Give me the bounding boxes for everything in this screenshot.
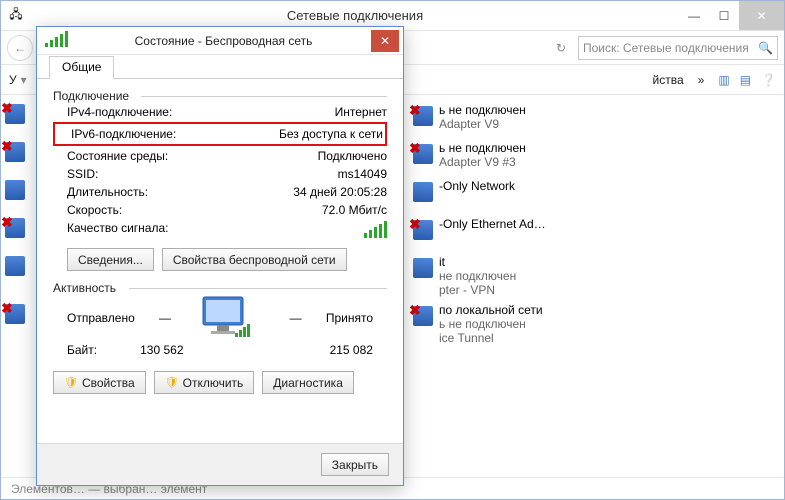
adapter-icon: ✖ [5,304,25,324]
disabled-x-icon: ✖ [409,140,421,157]
details-button[interactable]: Сведения... [67,248,154,271]
close-dialog-button[interactable]: Закрыть [321,453,389,476]
adapter-icon [413,182,433,202]
disabled-x-icon: ✖ [409,302,421,319]
adapter-icon: ✖ [413,220,433,240]
adapter-icon [5,180,25,200]
window-icon: 🖧 [1,5,31,26]
bytes-sent: 130 562 [140,343,183,357]
group-connection-label: Подключение [53,89,387,103]
row-ipv6-highlighted: IPv6-подключение:Без доступа к сети [53,122,387,146]
adapter-icon: ✖ [413,106,433,126]
row-media: Состояние среды:Подключено [53,147,387,165]
adapter-icon: ✖ [5,142,25,162]
adapter-icon: ✖ [5,218,25,238]
list-item[interactable]: itне подключенpter - VPN [413,255,784,303]
toolbar-item[interactable]: йства [653,73,684,87]
disabled-x-icon: ✖ [409,102,421,119]
shield-icon: 🛡 [165,376,179,389]
sent-label: Отправлено [67,311,135,325]
adapter-icon: ✖ [413,144,433,164]
search-placeholder: Поиск: Сетевые подключения [583,41,758,55]
dialog-close-button[interactable]: ✕ [371,30,399,52]
adapter-icon: ✖ [413,306,433,326]
close-button[interactable]: ✕ [739,1,784,30]
wifi-properties-button[interactable]: Свойства беспроводной сети [162,248,347,271]
search-input[interactable]: Поиск: Сетевые подключения 🔍 [578,36,778,60]
tab-general[interactable]: Общие [49,56,114,79]
diagnose-button[interactable]: Диагностика [262,371,354,394]
dialog-footer: Закрыть [37,443,403,485]
group-activity-label: Активность [53,281,387,295]
list-item[interactable]: ✖ по локальной сетиь не подключенice Tun… [413,303,784,351]
list-item[interactable]: ✖ ь не подключенAdapter V9 #3 [413,141,784,179]
disabled-x-icon: ✖ [409,216,421,233]
dialog-title: Состояние - Беспроводная сеть [76,34,371,48]
disable-button[interactable]: 🛡Отключить [154,371,255,394]
dialog-titlebar: Состояние - Беспроводная сеть ✕ [37,27,403,55]
activity-visual: Отправлено — — Принято [67,295,373,341]
status-dialog: Состояние - Беспроводная сеть ✕ Общие По… [36,26,404,486]
bytes-recv: 215 082 [330,343,373,357]
adapter-icon [413,258,433,278]
view-details-icon[interactable]: ▤ [740,73,751,87]
row-bytes: Байт: 130 562 215 082 [53,343,387,357]
monitor-icon [195,295,265,341]
tabstrip: Общие [37,55,403,79]
row-duration: Длительность:34 дней 20:05:28 [53,183,387,201]
properties-button[interactable]: 🛡Свойства [53,371,146,394]
refresh-button[interactable]: ↻ [548,35,574,61]
maximize-button[interactable]: ☐ [709,1,739,30]
parent-title: Сетевые подключения [31,8,679,23]
help-icon[interactable]: ❔ [761,73,776,87]
signal-bars-icon [364,221,387,238]
search-icon: 🔍 [758,41,773,55]
list-item[interactable]: ✖ ь не подключенAdapter V9 [413,103,784,141]
shield-icon: 🛡 [64,376,78,389]
row-signal-quality: Качество сигнала: [53,219,387,240]
list-item[interactable]: -Only Network [413,179,784,217]
back-button[interactable]: ← [7,35,33,61]
minimize-button[interactable]: — [679,1,709,30]
row-ipv4: IPv4-подключение:Интернет [53,103,387,121]
list-item[interactable]: ✖ -Only Ethernet Ad… [413,217,784,255]
toolbar-overflow[interactable]: » [698,73,705,87]
row-speed: Скорость:72.0 Мбит/с [53,201,387,219]
signal-icon [45,31,68,50]
recv-label: Принято [326,311,373,325]
view-icons-icon[interactable]: ▥ [718,73,729,87]
adapter-icon: ✖ [5,104,25,124]
adapter-icon [5,256,25,276]
row-ssid: SSID:ms14049 [53,165,387,183]
